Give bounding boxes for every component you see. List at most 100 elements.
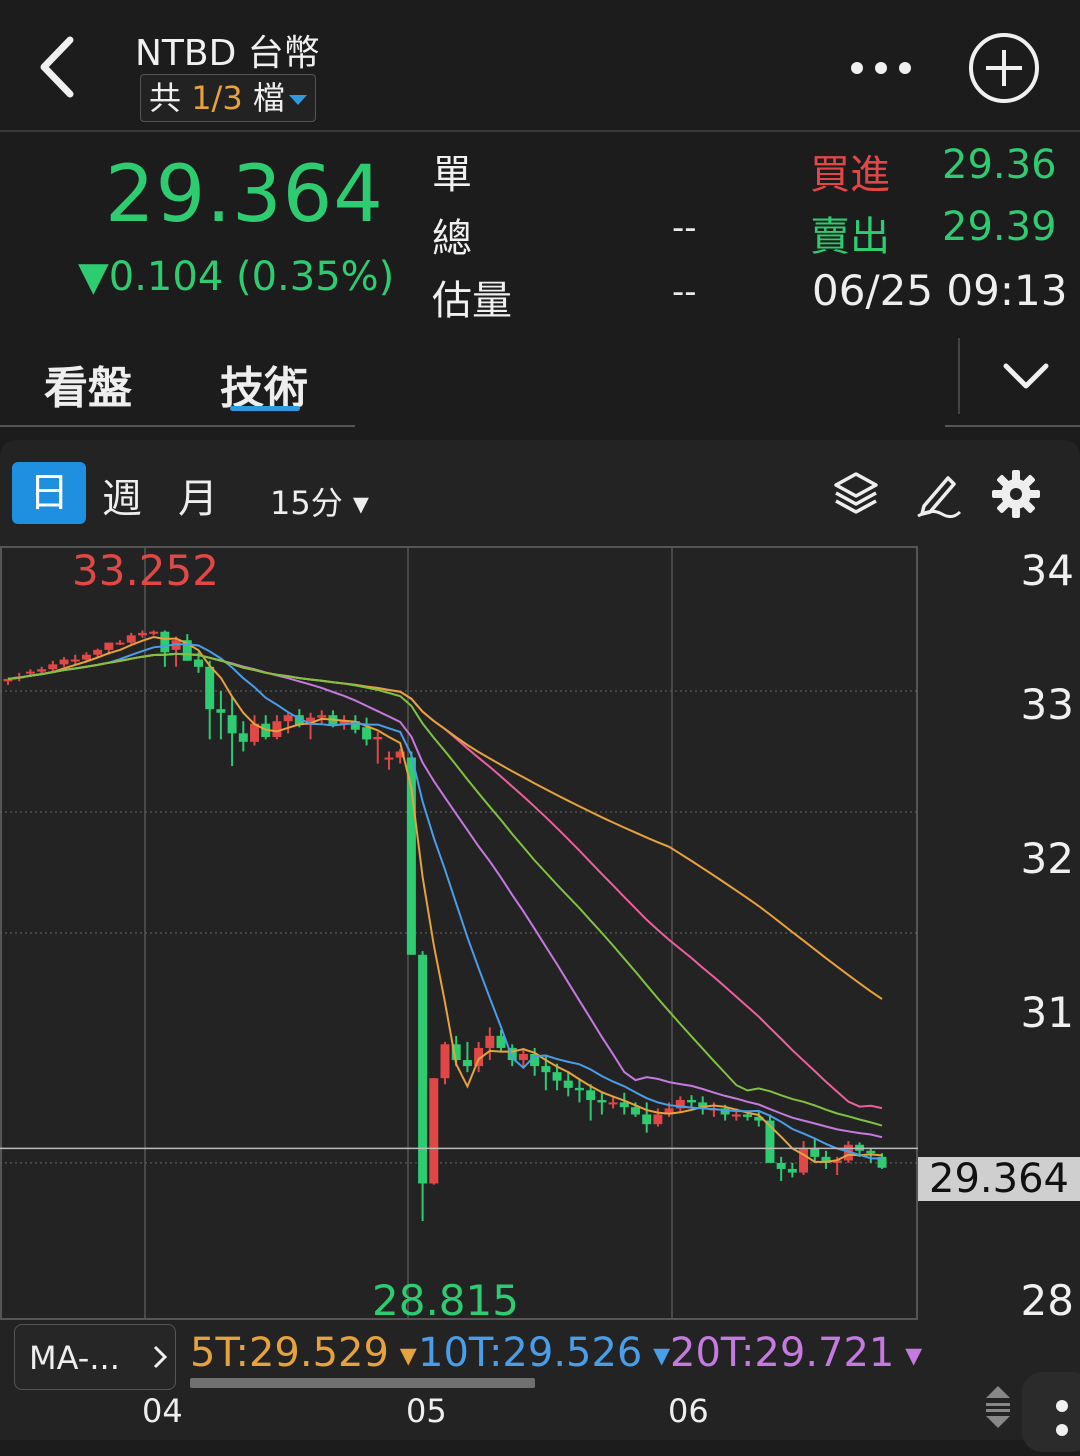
back-icon[interactable] bbox=[32, 32, 84, 102]
period-day[interactable]: 日 bbox=[12, 462, 86, 524]
bid-value: 29.36 bbox=[942, 142, 1057, 188]
candle-body bbox=[743, 1114, 753, 1117]
add-icon[interactable] bbox=[968, 32, 1040, 104]
estimated-volume-value: -- bbox=[672, 272, 697, 312]
candle-body bbox=[104, 642, 114, 650]
candle-body bbox=[272, 721, 282, 737]
ma-selector-label: MA-... bbox=[29, 1339, 120, 1377]
ma20-text: 20T:29.721 bbox=[670, 1330, 895, 1376]
candle-body bbox=[70, 659, 80, 662]
ask-label: 賣出 bbox=[810, 214, 890, 260]
candle-body bbox=[238, 733, 248, 742]
count-suffix: 檔 bbox=[242, 79, 285, 117]
chart-scrollbar[interactable] bbox=[190, 1378, 535, 1388]
page-title: NTBD 台幣 bbox=[135, 33, 320, 74]
price-change-value: 0.104 (0.35%) bbox=[108, 254, 395, 300]
candle-body bbox=[597, 1099, 607, 1103]
candle-body bbox=[317, 715, 327, 718]
candle-body bbox=[59, 659, 69, 665]
y-tick-label: 33 bbox=[1020, 680, 1074, 729]
chart-menu-button[interactable] bbox=[1022, 1372, 1080, 1452]
candle-body bbox=[81, 654, 91, 660]
interval-selector[interactable]: 15分 ▾ bbox=[270, 478, 369, 524]
pencil-icon[interactable] bbox=[912, 468, 964, 520]
vertical-divider bbox=[958, 338, 960, 414]
candle-body bbox=[137, 632, 147, 636]
ma10-value: 10T:29.526 ▾ bbox=[418, 1330, 670, 1376]
y-tick-label: 31 bbox=[1020, 988, 1074, 1037]
candle-body bbox=[418, 954, 428, 1184]
y-tick-label: 32 bbox=[1020, 834, 1074, 883]
candle-body bbox=[731, 1114, 741, 1117]
candle-body bbox=[115, 642, 125, 645]
candle-body bbox=[126, 635, 136, 643]
candle-body bbox=[552, 1072, 562, 1081]
candle-body bbox=[205, 666, 215, 710]
candle-body bbox=[462, 1060, 472, 1067]
candle-body bbox=[687, 1099, 696, 1103]
candle-body bbox=[608, 1102, 618, 1105]
candle-body bbox=[586, 1090, 596, 1100]
ma5-direction-icon: ▾ bbox=[388, 1335, 417, 1375]
ma5-value: 5T:29.529 ▾ bbox=[190, 1330, 417, 1376]
high-price-label: 33.252 bbox=[72, 546, 219, 595]
candle-body bbox=[373, 736, 383, 740]
bid-label: 買進 bbox=[810, 152, 890, 198]
item-count-selector[interactable]: 共 1/3 檔 bbox=[140, 74, 316, 122]
candle-body bbox=[518, 1054, 528, 1061]
candle-body bbox=[631, 1107, 640, 1115]
candle-body bbox=[642, 1114, 652, 1125]
candle-body bbox=[216, 709, 226, 713]
candle-body bbox=[37, 669, 47, 672]
down-triangle-icon: ▼ bbox=[78, 254, 109, 300]
ask-value: 29.39 bbox=[942, 204, 1057, 250]
candle-body bbox=[619, 1102, 629, 1108]
chevron-right-icon bbox=[153, 1345, 168, 1369]
ma5-text: 5T:29.529 bbox=[190, 1330, 389, 1376]
period-week[interactable]: 週 bbox=[102, 466, 142, 524]
chevron-down-icon[interactable] bbox=[1000, 350, 1052, 402]
candle-body bbox=[93, 649, 103, 655]
total-volume-label: 總 bbox=[432, 216, 472, 262]
resize-handle-icon[interactable] bbox=[980, 1382, 1016, 1432]
y-tick-label: 28 bbox=[1020, 1276, 1074, 1325]
ma20-direction-icon: ▾ bbox=[894, 1335, 923, 1375]
candle-body bbox=[48, 664, 58, 670]
candle-body bbox=[563, 1080, 573, 1088]
tab-divider bbox=[0, 425, 355, 427]
candle-body bbox=[653, 1114, 663, 1125]
count-prefix: 共 bbox=[149, 79, 192, 117]
gear-icon[interactable] bbox=[990, 468, 1042, 520]
last-price: 29.364 bbox=[105, 150, 384, 240]
candle-body bbox=[25, 671, 35, 674]
x-tick-label: 05 bbox=[406, 1392, 447, 1430]
ma-selector-button[interactable]: MA-... bbox=[14, 1324, 176, 1390]
candle-body bbox=[787, 1168, 797, 1173]
candle-body bbox=[160, 631, 170, 653]
candle-body bbox=[485, 1035, 495, 1048]
estimated-volume-label: 估量 bbox=[432, 278, 512, 324]
more-options-icon[interactable] bbox=[845, 50, 917, 86]
layers-icon[interactable] bbox=[830, 468, 882, 520]
ma10-direction-icon: ▾ bbox=[642, 1335, 671, 1375]
candlestick-chart[interactable] bbox=[0, 546, 1080, 1322]
ma20-value: 20T:29.721 ▾ bbox=[670, 1330, 922, 1376]
y-tick-label: 34 bbox=[1020, 546, 1074, 595]
vertical-dots-icon bbox=[1056, 1400, 1068, 1436]
candle-body bbox=[384, 757, 394, 760]
tab-divider-right bbox=[945, 425, 1080, 427]
total-volume-value: -- bbox=[672, 208, 697, 248]
candle-body bbox=[440, 1044, 450, 1079]
plot-frame bbox=[0, 546, 918, 1320]
x-tick-label: 06 bbox=[668, 1392, 709, 1430]
candle-body bbox=[283, 715, 293, 722]
moving-average-line bbox=[7, 652, 883, 1000]
period-month[interactable]: 月 bbox=[178, 466, 218, 524]
candle-body bbox=[541, 1066, 551, 1073]
tab-watch[interactable]: 看盤 bbox=[44, 352, 132, 416]
dropdown-triangle-icon bbox=[288, 95, 307, 105]
candle-body bbox=[776, 1162, 786, 1169]
moving-average-line bbox=[7, 652, 883, 1110]
candle-body bbox=[227, 715, 237, 734]
price-change: ▼0.104 (0.35%) bbox=[78, 254, 394, 300]
